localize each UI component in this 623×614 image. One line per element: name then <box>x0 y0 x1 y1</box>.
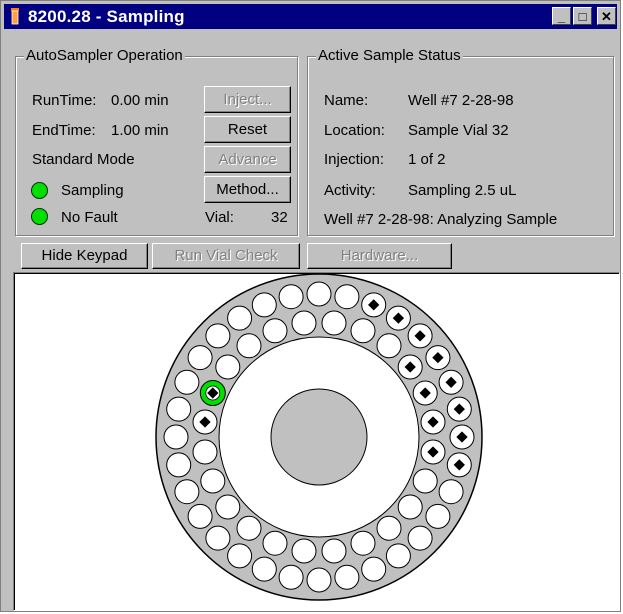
run-vial-check-button[interactable]: Run Vial Check <box>152 243 300 269</box>
maximize-icon: □ <box>578 8 587 24</box>
outer-vial-19[interactable] <box>251 556 277 582</box>
outer-vial-30[interactable] <box>227 305 253 331</box>
hide-keypad-button[interactable]: Hide Keypad <box>21 243 148 269</box>
window-title: 8200.28 - Sampling <box>28 7 185 26</box>
inner-vial-16[interactable] <box>215 494 241 520</box>
tray-hub <box>270 388 368 486</box>
maximize-button[interactable]: □ <box>573 7 592 25</box>
inner-vial-9[interactable] <box>397 494 423 520</box>
location-value: Sample Vial 32 <box>408 122 509 139</box>
status-message: Well #7 2-28-98: Analyzing Sample <box>324 211 558 228</box>
outer-vial-31[interactable] <box>251 292 277 318</box>
fault-status-led <box>31 208 48 225</box>
vial-tray-panel <box>13 272 620 611</box>
sampling-window: 8200.28 - Sampling _ □ ✕ AutoSampler Ope… <box>0 0 621 612</box>
outer-vial-18[interactable] <box>278 564 304 590</box>
inner-vial-22[interactable] <box>236 333 262 359</box>
outer-vial-20[interactable] <box>227 543 253 569</box>
inner-vial-11[interactable] <box>350 530 376 556</box>
minimize-icon: _ <box>557 8 566 24</box>
minimize-button[interactable]: _ <box>552 7 571 25</box>
outer-vial-29[interactable] <box>205 323 231 349</box>
method-button[interactable]: Method... <box>204 176 291 203</box>
inner-vial-21[interactable] <box>215 354 241 380</box>
sampling-status-led <box>31 182 48 199</box>
location-label: Location: <box>324 122 385 139</box>
hardware-button[interactable]: Hardware... <box>307 243 452 269</box>
outer-vial-12[interactable] <box>425 503 451 529</box>
inner-vial-15[interactable] <box>236 515 262 541</box>
outer-vial-28[interactable] <box>187 345 213 371</box>
activity-value: Sampling 2.5 uL <box>408 182 517 199</box>
outer-vial-16[interactable] <box>334 564 360 590</box>
outer-vial-24[interactable] <box>166 452 192 478</box>
autosampler-group-title: AutoSampler Operation <box>24 47 185 65</box>
inner-vial-8[interactable] <box>412 468 438 494</box>
inner-vial-24[interactable] <box>291 310 317 336</box>
outer-vial-14[interactable] <box>385 543 411 569</box>
outer-vial-17[interactable] <box>306 567 332 593</box>
vial-value: 32 <box>271 209 288 226</box>
outer-vial-21[interactable] <box>205 525 231 551</box>
vial-label: Vial: <box>205 209 234 226</box>
outer-vial-25[interactable] <box>163 424 189 450</box>
mode-label: Standard Mode <box>32 151 135 168</box>
fault-status-label: No Fault <box>61 209 118 226</box>
vial-tray <box>155 273 483 601</box>
status-group-title: Active Sample Status <box>316 47 463 65</box>
outer-vial-2[interactable] <box>334 284 360 310</box>
inner-vial-2[interactable] <box>350 318 376 344</box>
outer-vial-27[interactable] <box>174 369 200 395</box>
outer-vial-1[interactable] <box>306 281 332 307</box>
close-button[interactable]: ✕ <box>597 7 616 25</box>
injection-value: 1 of 2 <box>408 151 446 168</box>
close-icon: ✕ <box>601 8 612 24</box>
endtime-label: EndTime: <box>32 122 96 139</box>
inject-button[interactable]: Inject... <box>204 86 291 113</box>
inner-vial-10[interactable] <box>376 515 402 541</box>
inner-vial-23[interactable] <box>262 318 288 344</box>
advance-button[interactable]: Advance <box>204 146 291 173</box>
runtime-label: RunTime: <box>32 92 97 109</box>
title-bar[interactable]: 8200.28 - Sampling _ □ ✕ <box>4 4 617 29</box>
inner-vial-14[interactable] <box>262 530 288 556</box>
outer-vial-23[interactable] <box>174 479 200 505</box>
outer-vial-11[interactable] <box>438 479 464 505</box>
runtime-value: 0.00 min <box>111 92 169 109</box>
outer-vial-22[interactable] <box>187 503 213 529</box>
app-icon <box>11 8 19 25</box>
name-value: Well #7 2-28-98 <box>408 92 514 109</box>
outer-vial-13[interactable] <box>407 525 433 551</box>
outer-vial-15[interactable] <box>361 556 387 582</box>
name-label: Name: <box>324 92 369 109</box>
sampling-status-label: Sampling <box>61 182 124 199</box>
activity-label: Activity: <box>324 182 376 199</box>
inner-vial-17[interactable] <box>200 468 226 494</box>
inner-vial-13[interactable] <box>291 538 317 564</box>
outer-vial-26[interactable] <box>166 396 192 422</box>
injection-label: Injection: <box>324 151 385 168</box>
active-sample-status-group: Active Sample Status <box>307 47 614 236</box>
inner-vial-12[interactable] <box>321 538 347 564</box>
inner-vial-18[interactable] <box>192 439 218 465</box>
inner-vial-1[interactable] <box>321 310 347 336</box>
inner-vial-3[interactable] <box>376 333 402 359</box>
outer-vial-32[interactable] <box>278 284 304 310</box>
endtime-value: 1.00 min <box>111 122 169 139</box>
reset-button[interactable]: Reset <box>204 116 291 143</box>
